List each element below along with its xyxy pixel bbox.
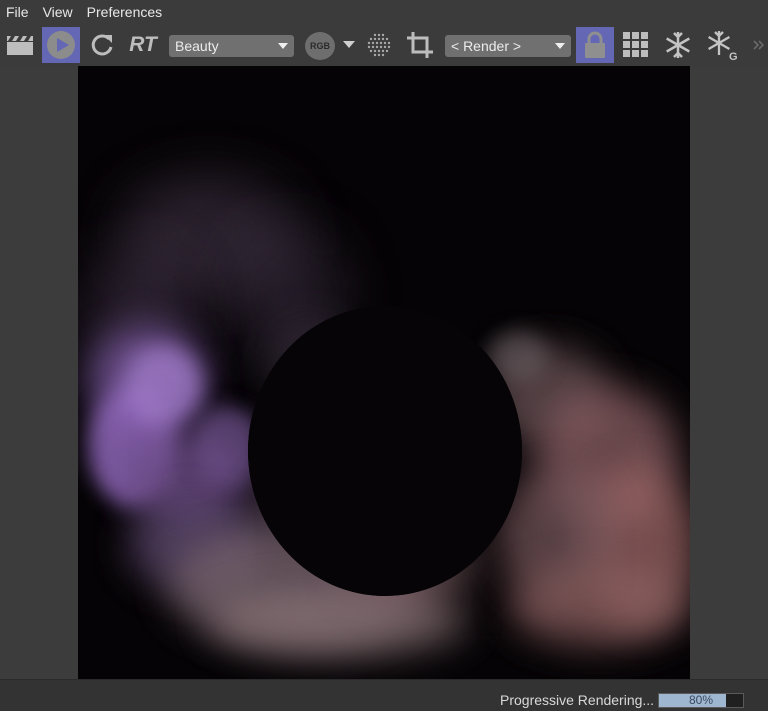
dots-grid-icon[interactable] bbox=[364, 27, 394, 63]
svg-text:G: G bbox=[729, 51, 738, 61]
menu-view[interactable]: View bbox=[36, 0, 80, 24]
snowflake-icon[interactable] bbox=[661, 27, 695, 63]
lock-button[interactable] bbox=[576, 27, 614, 63]
chevron-down-icon[interactable] bbox=[343, 41, 355, 48]
status-bar: Progressive Rendering... 80% bbox=[0, 679, 768, 711]
crop-icon[interactable] bbox=[402, 27, 438, 63]
camera-dropdown[interactable]: < Render > bbox=[445, 35, 571, 57]
chevron-down-icon bbox=[555, 43, 565, 49]
chevron-down-icon bbox=[278, 43, 288, 49]
toolbar: RT Beauty < Render > G bbox=[0, 24, 768, 66]
pass-dropdown[interactable]: Beauty bbox=[169, 35, 294, 57]
smoke-render-image bbox=[78, 66, 690, 679]
rgb-label: RGB bbox=[310, 41, 330, 51]
camera-dropdown-value: < Render > bbox=[451, 38, 522, 54]
play-icon bbox=[47, 31, 75, 59]
play-button[interactable] bbox=[42, 27, 80, 63]
progress-bar: 80% bbox=[658, 693, 744, 708]
pass-dropdown-value: Beauty bbox=[175, 38, 219, 54]
grid-icon[interactable] bbox=[620, 27, 652, 63]
menu-bar: File View Preferences bbox=[0, 0, 768, 24]
rt-icon[interactable]: RT bbox=[124, 27, 162, 63]
status-text: Progressive Rendering... bbox=[500, 692, 655, 708]
rgb-channel-button[interactable]: RGB bbox=[305, 32, 335, 60]
render-viewport bbox=[0, 66, 768, 679]
render-image[interactable] bbox=[78, 66, 690, 679]
rt-label: RT bbox=[129, 33, 157, 56]
lock-icon bbox=[585, 31, 605, 58]
progress-label: 80% bbox=[688, 693, 714, 707]
refresh-icon[interactable] bbox=[86, 27, 118, 63]
overflow-chevron-icon[interactable] bbox=[748, 27, 768, 63]
menu-file[interactable]: File bbox=[0, 0, 36, 24]
menu-preferences[interactable]: Preferences bbox=[80, 0, 169, 24]
snowflake-g-icon[interactable]: G bbox=[703, 27, 741, 63]
clapperboard-icon[interactable] bbox=[2, 27, 38, 63]
